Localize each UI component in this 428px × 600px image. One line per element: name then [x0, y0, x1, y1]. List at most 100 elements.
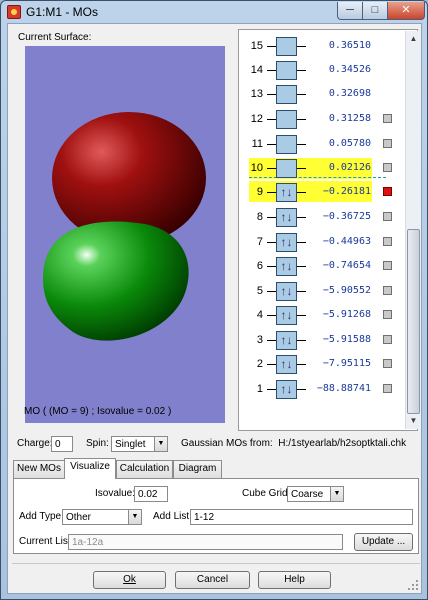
mo-select-checkbox[interactable] — [383, 114, 392, 123]
mo-row[interactable]: 2 ↑↓ −7.95115 — [239, 353, 401, 375]
mo-select-checkbox[interactable] — [383, 163, 392, 172]
spin-label: Spin: — [86, 438, 109, 449]
mo-select-checkbox[interactable] — [383, 212, 392, 221]
mo-number: 6 — [256, 260, 263, 272]
mo-level-box: ↑↓ — [276, 233, 297, 252]
mo-row[interactable]: 5 ↑↓ −5.90552 — [239, 280, 401, 302]
mo-row[interactable]: 14 0.34526 — [239, 59, 401, 81]
orbital-surface-render — [43, 112, 206, 341]
mo-energy: 0.05780 — [328, 138, 371, 149]
mo-row[interactable]: 6 ↑↓ −0.74654 — [239, 255, 401, 277]
scrollbar-thumb[interactable] — [407, 229, 420, 414]
scroll-up-arrow-icon[interactable]: ▲ — [407, 31, 420, 46]
mo-surface-viewer[interactable] — [25, 46, 225, 423]
mo-level-box: ↑↓ — [276, 306, 297, 325]
mo-energy: −5.91268 — [322, 309, 371, 320]
chevron-down-icon[interactable]: ▼ — [154, 437, 167, 451]
mo-number: 5 — [256, 285, 263, 297]
window-title: G1:M1 - MOs — [26, 5, 99, 19]
mo-number: 15 — [250, 40, 263, 52]
mo-energy: 0.32698 — [328, 88, 371, 99]
mo-number: 8 — [256, 211, 263, 223]
mo-select-checkbox[interactable] — [383, 335, 392, 344]
charge-label: Charge: — [17, 438, 53, 449]
mo-energy: −0.26181 — [322, 186, 371, 197]
cancel-button[interactable]: Cancel — [175, 571, 250, 589]
mo-select-checkbox[interactable] — [383, 139, 392, 148]
mo-row[interactable]: 1 ↑↓ −88.88741 — [239, 378, 401, 400]
tab-new-mos[interactable]: New MOs — [13, 460, 65, 478]
add-type-label: Add Type: — [19, 511, 64, 522]
mo-energy: 0.02126 — [328, 162, 371, 173]
mo-number: 3 — [256, 334, 263, 346]
isovalue-field[interactable]: 0.02 — [134, 486, 168, 502]
mo-row[interactable]: 4 ↑↓ −5.91268 — [239, 304, 401, 326]
negative-lobe — [43, 221, 189, 341]
tab-calculation[interactable]: Calculation — [116, 460, 173, 478]
add-list-label: Add List: — [153, 511, 192, 522]
mo-level-box — [276, 110, 297, 129]
mo-number: 11 — [251, 138, 263, 150]
mo-level-box: ↑↓ — [276, 380, 297, 399]
maximize-button[interactable]: □ — [362, 2, 388, 20]
mo-select-checkbox[interactable] — [383, 359, 392, 368]
mo-list-scrollbar[interactable]: ▲ ▼ — [405, 31, 420, 429]
mo-row[interactable]: 3 ↑↓ −5.91588 — [239, 329, 401, 351]
mo-number: 13 — [250, 88, 263, 100]
mo-energy: 0.36510 — [328, 40, 371, 51]
mo-selected-checkbox[interactable] — [383, 187, 392, 196]
update-button[interactable]: Update ... — [354, 533, 413, 551]
tab-visualize[interactable]: Visualize — [64, 458, 116, 479]
mo-number: 7 — [256, 236, 263, 248]
gaussview-app-icon — [7, 5, 21, 19]
mo-select-checkbox[interactable] — [383, 286, 392, 295]
add-list-field[interactable]: 1-12 — [190, 509, 413, 525]
mo-row[interactable]: 8 ↑↓ −0.36725 — [239, 206, 401, 228]
tab-diagram[interactable]: Diagram — [173, 460, 222, 478]
mo-surface-caption: MO ( (MO = 9) ; Isovalue = 0.02 ) — [24, 406, 172, 417]
chevron-down-icon[interactable]: ▼ — [128, 510, 141, 524]
mo-level-box: ↑↓ — [276, 355, 297, 374]
mo-row[interactable]: 7 ↑↓ −0.44963 — [239, 231, 401, 253]
mo-select-checkbox[interactable] — [383, 310, 392, 319]
mo-select-checkbox[interactable] — [383, 237, 392, 246]
mo-number: 9 — [256, 186, 263, 198]
add-type-select[interactable]: Other ▼ — [62, 509, 142, 525]
mo-row[interactable]: 13 0.32698 — [239, 83, 401, 105]
mo-row[interactable]: 11 0.05780 — [239, 133, 401, 155]
mo-level-box — [276, 85, 297, 104]
chevron-down-icon[interactable]: ▼ — [330, 487, 343, 501]
visualize-panel: Isovalue: 0.02 Cube Grid: Coarse ▼ Add Ty… — [13, 478, 419, 554]
charge-field[interactable]: 0 — [51, 436, 73, 452]
mo-energy-list[interactable]: 15 0.36510 14 0.34526 13 0.32698 12 0.31… — [238, 29, 418, 431]
minimize-button[interactable]: ─ — [337, 2, 363, 20]
scroll-down-arrow-icon[interactable]: ▼ — [407, 413, 420, 428]
dialog-client-area: Current Surface: MO ((MO = 9) ; Isovalu… — [7, 23, 422, 594]
mo-level-box — [276, 37, 297, 56]
help-button[interactable]: Help — [258, 571, 331, 589]
close-button[interactable]: ✕ — [387, 2, 425, 20]
ok-button[interactable]: Ok — [93, 571, 166, 589]
mo-row-homo[interactable]: 9 ↑↓ −0.26181 — [239, 181, 401, 203]
mo-row[interactable]: 15 0.36510 — [239, 35, 401, 57]
mo-energy: −5.90552 — [322, 285, 371, 296]
mo-energy: 0.31258 — [328, 113, 371, 124]
mo-select-checkbox[interactable] — [383, 384, 392, 393]
mo-energy: −0.44963 — [322, 236, 371, 247]
resize-grip-icon[interactable] — [406, 578, 420, 592]
mo-number: 10 — [250, 162, 263, 174]
mo-select-checkbox[interactable] — [383, 261, 392, 270]
mo-number: 12 — [250, 113, 263, 125]
mo-level-box — [276, 61, 297, 80]
mo-row[interactable]: 12 0.31258 — [239, 108, 401, 130]
gaussian-mos-source: Gaussian MOs from: H:/1styearlab/h2soptk… — [181, 438, 407, 449]
mo-row-lumo[interactable]: 10 0.02126 — [239, 157, 401, 179]
mo-level-box: ↑↓ — [276, 183, 297, 202]
cube-grid-select[interactable]: Coarse ▼ — [287, 486, 344, 502]
title-bar[interactable]: G1:M1 - MOs ─ □ ✕ — [1, 1, 427, 23]
mo-energy: −88.88741 — [316, 383, 371, 394]
spin-select[interactable]: Singlet ▼ — [111, 436, 168, 452]
mos-window: G1:M1 - MOs ─ □ ✕ Current Surface: MO (… — [0, 0, 428, 600]
mo-level-box: ↑↓ — [276, 282, 297, 301]
button-separator — [12, 563, 420, 564]
